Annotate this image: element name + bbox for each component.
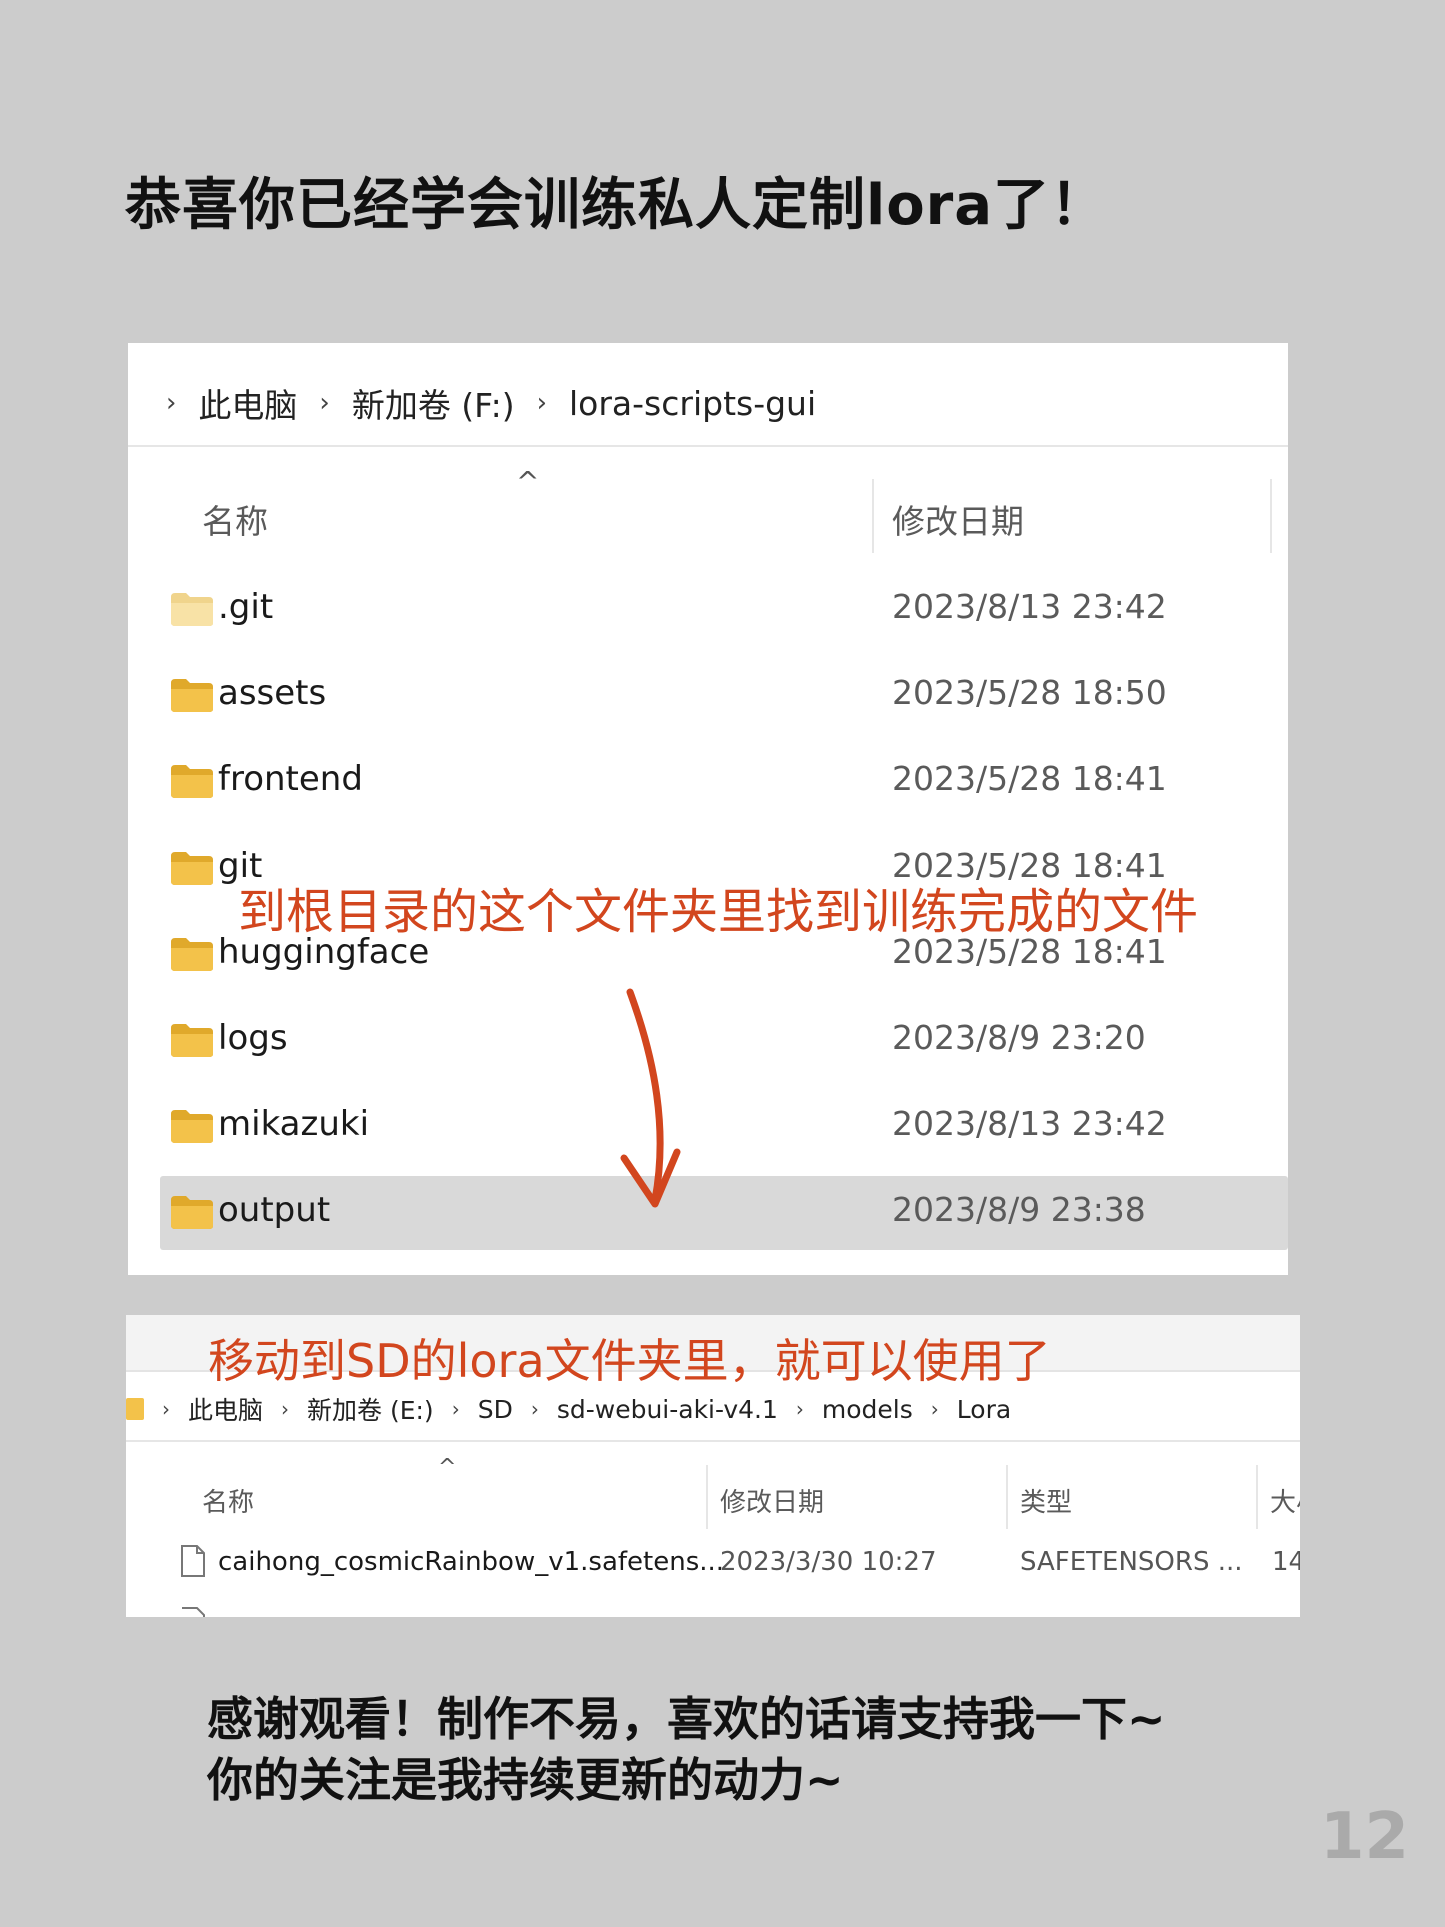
annotation-arrows <box>620 988 1183 1433</box>
column-header-size[interactable]: 大小 <box>1270 1482 1300 1519</box>
chevron-right-icon[interactable]: › <box>281 1397 289 1421</box>
down-arrow-head <box>620 1148 681 1208</box>
thanks-text-line-1: 感谢观看！制作不易，喜欢的话请支持我一下~ <box>207 1692 1166 1746</box>
breadcrumb-item-drive[interactable]: 新加卷 (E:) <box>307 1391 434 1427</box>
folder-icon <box>126 1398 144 1420</box>
file-date: 2023/3/30 10:27 <box>720 1547 937 1577</box>
column-divider[interactable] <box>1256 1465 1258 1529</box>
chevron-right-icon[interactable]: › <box>796 1397 804 1421</box>
thanks-text-line-2: 你的关注是我持续更新的动力~ <box>207 1753 844 1807</box>
column-header-type[interactable]: 类型 <box>1020 1482 1072 1519</box>
page-number: 12 <box>1320 1800 1410 1874</box>
column-divider[interactable] <box>1006 1465 1008 1529</box>
file-icon <box>181 1545 205 1577</box>
column-divider[interactable] <box>706 1465 708 1529</box>
column-header-name[interactable]: 名称 <box>202 1482 254 1519</box>
breadcrumb-item-sd[interactable]: SD <box>478 1395 513 1424</box>
file-type: SAFETENSORS ... <box>1020 1547 1243 1577</box>
file-name: caihong_cosmicRainbow_v1.safetens... <box>218 1547 725 1577</box>
breadcrumb-item-webui[interactable]: sd-webui-aki-v4.1 <box>557 1395 778 1424</box>
breadcrumb-item-models[interactable]: models <box>822 1395 913 1424</box>
breadcrumb-item-this-pc[interactable]: 此电脑 <box>188 1391 263 1427</box>
breadcrumb: › 此电脑 › 新加卷 (E:) › SD › sd-webui-aki-v4.… <box>126 1391 1011 1427</box>
annotation-move-to-sd-lora: 移动到SD的lora文件夹里，就可以使用了 <box>208 1334 1051 1388</box>
chevron-right-icon[interactable]: › <box>162 1397 170 1421</box>
chevron-right-icon[interactable]: › <box>452 1397 460 1421</box>
divider <box>126 1440 1300 1442</box>
column-header-modified[interactable]: 修改日期 <box>720 1482 824 1519</box>
chevron-right-icon[interactable]: › <box>531 1397 539 1421</box>
breadcrumb-item-lora[interactable]: Lora <box>957 1395 1011 1424</box>
chevron-right-icon[interactable]: › <box>931 1397 939 1421</box>
file-size: 14 <box>1272 1547 1300 1577</box>
file-icon <box>182 1607 205 1617</box>
sort-ascending-icon: ^ <box>438 1455 457 1480</box>
